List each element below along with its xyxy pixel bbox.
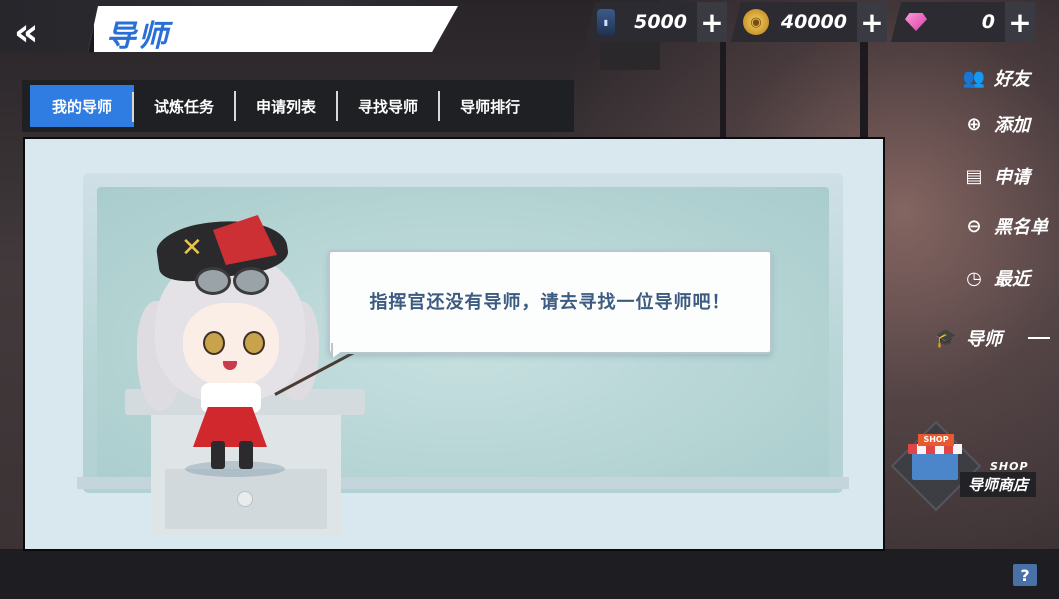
side-item-friends[interactable]: 👥 好友 — [962, 62, 1030, 94]
side-item-label: 申请 — [994, 167, 1030, 188]
gem-icon — [903, 9, 929, 35]
empty-state-message: 指挥官还没有导师，请去寻找一位导师吧！ — [369, 292, 731, 313]
side-item-label: 导师 — [966, 329, 1002, 350]
leg-left — [211, 441, 225, 469]
side-item-recent[interactable]: ◷ 最近 — [962, 262, 1030, 294]
help-button[interactable]: ? — [1013, 564, 1037, 586]
add-gem-button[interactable]: + — [1005, 2, 1035, 42]
bottom-bar — [0, 549, 1059, 599]
currency-coin: ◉ 40000 + — [731, 2, 887, 42]
shop-building-icon — [912, 450, 958, 480]
recent-icon: ◷ — [966, 267, 982, 289]
title-header: « 导师 — [0, 0, 470, 60]
main-panel: ✕ 指挥官还没有导师，请去寻找一位导师吧！ — [23, 137, 885, 551]
gem-value: 0 — [981, 11, 995, 33]
add-coin-button[interactable]: + — [857, 2, 887, 42]
side-item-label: 最近 — [994, 269, 1030, 290]
side-item-blacklist[interactable]: ⊖ 黑名单 — [962, 210, 1048, 242]
page-title: 导师 — [106, 19, 170, 54]
tab-trial-tasks[interactable]: 试炼任务 — [134, 85, 234, 127]
side-item-label: 好友 — [994, 69, 1030, 90]
currency-gem: 0 + — [891, 2, 1035, 42]
currency-fuel: ▮ 5000 + — [585, 2, 727, 42]
speech-bubble: 指挥官还没有导师，请去寻找一位导师吧！ — [328, 250, 772, 354]
tab-my-mentor[interactable]: 我的导师 — [30, 85, 135, 127]
side-item-mentor[interactable]: 🎓 导师 — [934, 322, 1050, 354]
back-button[interactable]: « — [14, 13, 58, 54]
side-item-label: 添加 — [994, 115, 1030, 136]
tab-mentor-ranking[interactable]: 导师排行 — [440, 85, 540, 127]
podium-knob — [237, 491, 253, 507]
beret-cross-emblem: ✕ — [181, 233, 203, 263]
double-chevron-left-icon: « — [14, 10, 39, 54]
currency-bar: ▮ 5000 + ◉ 40000 + 0 + — [585, 2, 1035, 44]
fuel-value: 5000 — [634, 11, 687, 33]
friends-icon: 👥 — [962, 67, 986, 89]
add-fuel-button[interactable]: + — [697, 2, 727, 42]
tab-bar: 我的导师 试炼任务 申请列表 寻找导师 导师排行 — [22, 80, 574, 132]
gold-coin-icon: ◉ — [743, 9, 769, 35]
side-item-add[interactable]: ⊕ 添加 — [962, 108, 1030, 140]
tab-find-mentor[interactable]: 寻找导师 — [338, 85, 438, 127]
add-friend-icon: ⊕ — [966, 113, 982, 135]
active-indicator-line — [1028, 337, 1050, 339]
goggle-left — [195, 267, 231, 295]
chibi-character: ✕ — [135, 211, 375, 477]
side-item-label: 黑名单 — [994, 217, 1048, 238]
character-shadow — [185, 461, 285, 477]
mentor-shop-button[interactable]: SHOP SHOP 导师商店 — [890, 420, 1038, 512]
leg-right — [239, 441, 253, 469]
side-item-apply[interactable]: ▤ 申请 — [962, 160, 1030, 192]
eye-right — [243, 331, 265, 355]
shop-label: 导师商店 — [960, 472, 1037, 497]
eye-left — [203, 331, 225, 355]
graduation-cap-icon: 🎓 — [934, 327, 958, 349]
skirt — [193, 407, 267, 447]
tab-application-list[interactable]: 申请列表 — [236, 85, 336, 127]
goggle-right — [233, 267, 269, 295]
shop-sign: SHOP — [918, 434, 954, 446]
application-doc-icon: ▤ — [965, 165, 983, 187]
coin-value: 40000 — [780, 11, 847, 33]
fuel-barrel-icon: ▮ — [597, 9, 615, 35]
blacklist-icon: ⊖ — [966, 215, 982, 237]
tab-divider — [132, 92, 134, 122]
title-plate: 导师 — [88, 6, 458, 52]
